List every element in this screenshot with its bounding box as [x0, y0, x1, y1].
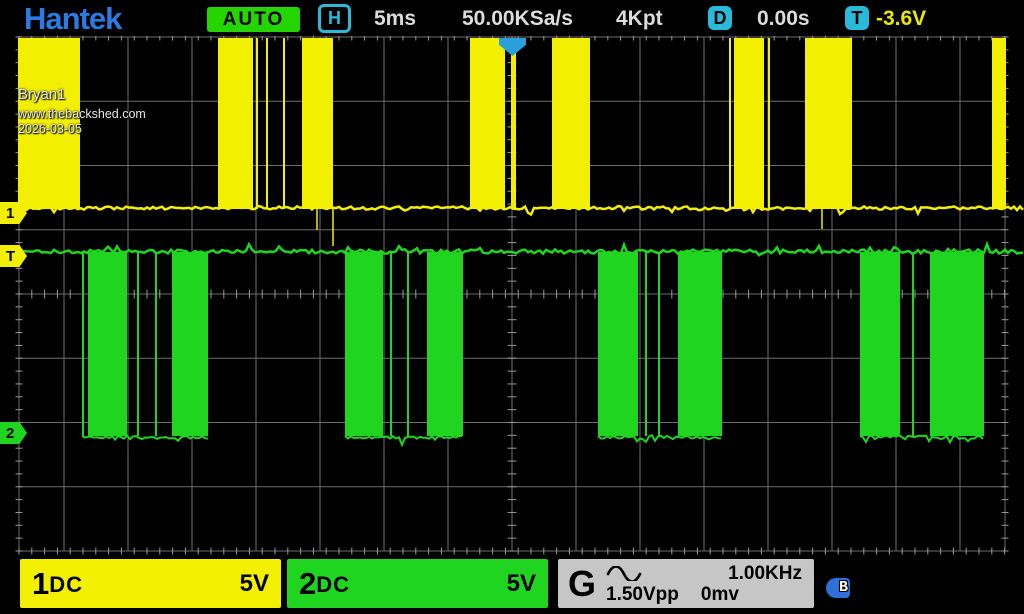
- acquisition-mode-badge[interactable]: AUTO: [207, 7, 300, 32]
- waveform-display: [0, 0, 1024, 614]
- header-bar: Hantek AUTO H 5ms 50.00KSa/s 4Kpt D 0.00…: [0, 0, 1024, 36]
- generator-label: G: [568, 563, 596, 605]
- oscilloscope-screen: Hantek AUTO H 5ms 50.00KSa/s 4Kpt D 0.00…: [0, 0, 1024, 614]
- delay-menu-icon[interactable]: D: [708, 6, 732, 30]
- sample-rate-value: 50.00KSa/s: [462, 7, 573, 31]
- ch2-number: 2: [299, 566, 316, 602]
- ch1-scale: 5V: [240, 570, 269, 598]
- generator-offset: 0mv: [701, 584, 739, 605]
- generator-values: 1.00KHz 1.50Vpp 0mv: [606, 563, 802, 605]
- ch2-coupling: DC: [316, 572, 350, 598]
- generator-info-box[interactable]: G 1.00KHz 1.50Vpp 0mv: [558, 559, 814, 608]
- generator-amplitude: 1.50Vpp: [606, 584, 679, 605]
- ch2-scale: 5V: [507, 570, 536, 598]
- ch1-coupling: DC: [49, 572, 83, 598]
- ch1-trace: [18, 38, 1023, 246]
- usb-device-icon[interactable]: B: [826, 577, 862, 599]
- usb-letter: B: [839, 579, 848, 596]
- overlay-username: Bryan1: [18, 86, 66, 103]
- ch2-info-box[interactable]: 2DC 5V: [287, 559, 548, 608]
- ch1-number: 1: [32, 566, 49, 602]
- sine-wave-icon: [606, 566, 642, 581]
- footer-bar: 1DC 5V 2DC 5V G 1.00KHz 1.50Vpp 0mv: [0, 556, 1024, 614]
- record-length-value: 4Kpt: [616, 7, 663, 31]
- brand-logo: Hantek: [24, 1, 121, 37]
- trigger-level-value: -3.6V: [876, 7, 926, 31]
- trigger-menu-icon[interactable]: T: [845, 6, 869, 30]
- horizontal-menu-icon[interactable]: H: [318, 4, 351, 33]
- ch2-trace: [18, 244, 1023, 445]
- overlay-website: www.thebackshed.com: [18, 107, 146, 121]
- overlay-date: 2026-03-05: [18, 122, 82, 136]
- generator-frequency: 1.00KHz: [728, 563, 802, 584]
- timebase-value: 5ms: [374, 7, 416, 31]
- ch1-info-box[interactable]: 1DC 5V: [20, 559, 281, 608]
- horizontal-offset-value: 0.00s: [757, 7, 810, 31]
